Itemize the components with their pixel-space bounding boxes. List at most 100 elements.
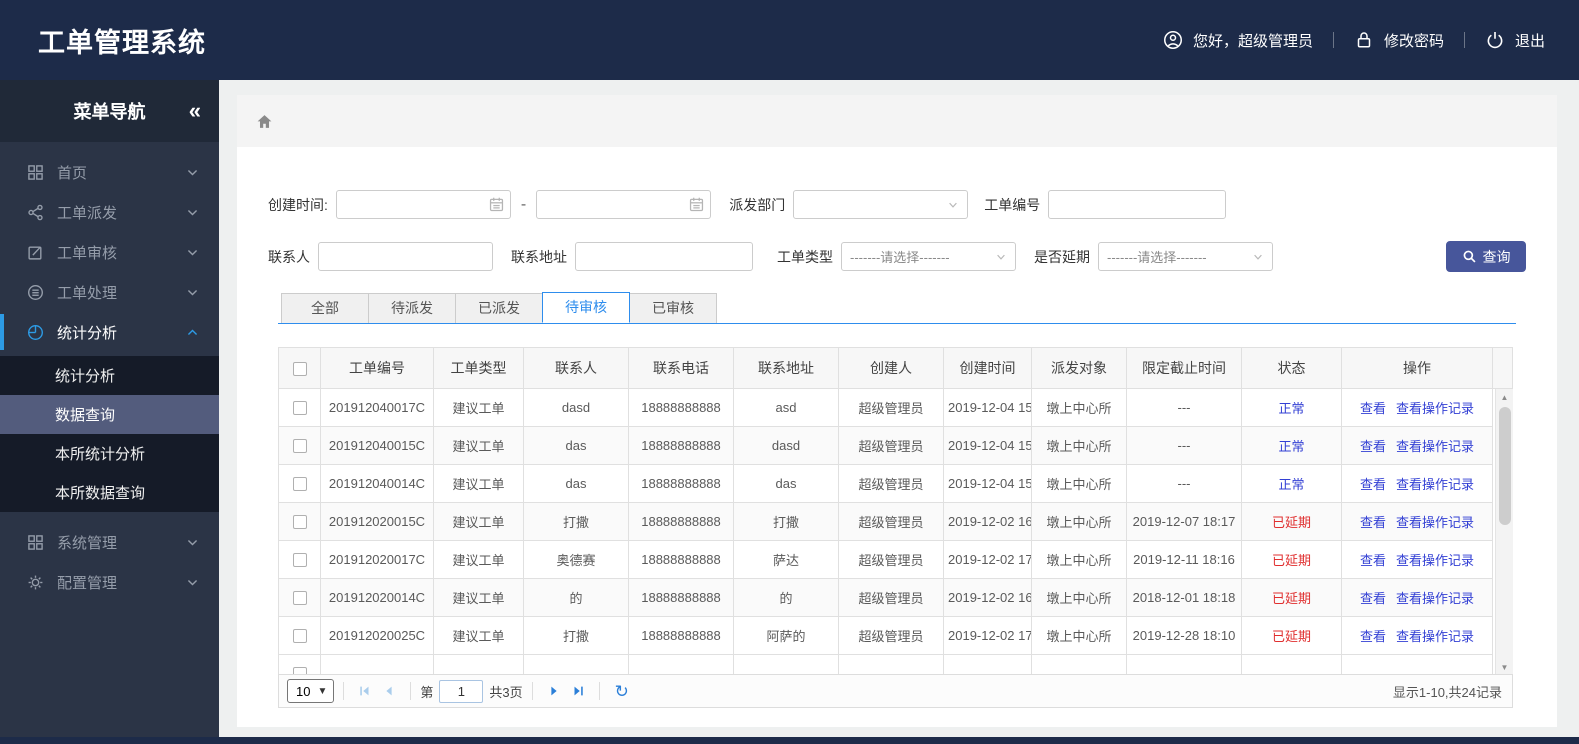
user-greeting[interactable]: 您好，超级管理员 [1163,30,1313,51]
record-summary: 显示1-10,共24记录 [1392,684,1502,700]
cell-dispatch-target: 墩上中心所 [1031,464,1127,503]
tab-已派发[interactable]: 已派发 [455,293,543,323]
grid2-icon [27,534,44,551]
dispatch-dept-select[interactable] [793,190,969,219]
view-log-link[interactable]: 查看操作记录 [1396,401,1474,416]
cell-status: 正常 [1241,426,1342,465]
sidebar-item-系统管理[interactable]: 系统管理 [0,522,219,562]
cell-create-time: 2019-12-04 15 [943,388,1032,427]
refresh-icon[interactable]: ↻ [615,683,629,700]
scroll-down-icon[interactable]: ▼ [1496,659,1514,675]
gear-icon [27,574,44,591]
cell-contact: 奥德赛 [523,540,629,579]
create-time-start-input[interactable] [335,190,511,219]
sidebar-subitem-统计分析[interactable]: 统计分析 [0,356,219,395]
view-link[interactable]: 查看 [1360,553,1386,568]
view-link[interactable]: 查看 [1360,439,1386,454]
row-checkbox-cell [278,426,321,465]
contact-input[interactable] [318,242,493,271]
sidebar-item-label: 首页 [57,164,88,182]
prev-page-button[interactable] [377,679,401,703]
sidebar-item-工单处理[interactable]: 工单处理 [0,272,219,312]
scroll-up-icon[interactable]: ▲ [1496,389,1514,405]
view-link[interactable]: 查看 [1360,515,1386,530]
delay-label: 是否延期 [1034,248,1090,265]
last-page-button[interactable] [566,679,590,703]
cell-empty [628,654,734,675]
create-time-end-input[interactable] [536,190,712,219]
row-checkbox[interactable] [292,591,307,606]
row-checkbox[interactable] [292,553,307,568]
order-no-input[interactable] [1048,190,1227,219]
cell-contact: das [523,464,629,503]
view-log-link[interactable]: 查看操作记录 [1396,439,1474,454]
cell-creator: 超级管理员 [838,502,944,541]
view-link[interactable]: 查看 [1360,401,1386,416]
scrollbar-thumb[interactable] [1498,407,1511,525]
sidebar-item-工单审核[interactable]: 工单审核 [0,232,219,272]
vertical-scrollbar[interactable]: ▲ ▼ [1495,389,1513,675]
column-header-联系人: 联系人 [523,347,629,389]
footer-bar [0,737,1579,744]
view-log-link[interactable]: 查看操作记录 [1396,629,1474,644]
cell-order-type: 建议工单 [433,540,524,579]
calendar-icon[interactable] [688,196,705,213]
column-header-联系电话: 联系电话 [628,347,734,389]
change-password-button[interactable]: 修改密码 [1354,30,1444,51]
first-page-button[interactable] [353,679,377,703]
view-link[interactable]: 查看 [1360,629,1386,644]
cell-address: das [733,464,839,503]
view-log-link[interactable]: 查看操作记录 [1396,553,1474,568]
table-row: 201912020015C 建议工单 打撒 18888888888 打撒 超级管理员 201… [278,502,1493,541]
sidebar-subitem-本所数据查询[interactable]: 本所数据查询 [0,473,219,512]
view-link[interactable]: 查看 [1360,591,1386,606]
sidebar-item-统计分析[interactable]: 统计分析 [0,312,219,352]
row-checkbox[interactable] [292,515,307,530]
chevron-up-icon [186,326,199,339]
delay-select[interactable]: -------请选择------- [1098,242,1273,271]
sidebar-item-首页[interactable]: 首页 [0,152,219,192]
address-input[interactable] [575,242,753,271]
page-prefix-label: 第 [420,684,434,700]
cell-contact: 打撒 [523,502,629,541]
sidebar-collapse-icon[interactable]: « [189,100,201,122]
sidebar-item-工单派发[interactable]: 工单派发 [0,192,219,232]
order-type-value: -------请选择------- [850,250,950,265]
table-row: 201912020025C 建议工单 打撒 18888888888 阿萨的 超级管理员 20… [278,616,1493,655]
sidebar-subitem-数据查询[interactable]: 数据查询 [0,395,219,434]
logout-button[interactable]: 退出 [1485,30,1545,51]
sidebar-item-配置管理[interactable]: 配置管理 [0,562,219,602]
row-checkbox[interactable] [292,629,307,644]
column-header-状态: 状态 [1241,347,1342,389]
cell-deadline: 2018-12-01 18:18 [1126,578,1242,617]
top-right-menu: 您好，超级管理员 修改密码 退出 [1163,30,1545,51]
row-checkbox[interactable] [292,439,307,454]
tab-待审核[interactable]: 待审核 [542,292,630,323]
view-log-link[interactable]: 查看操作记录 [1396,591,1474,606]
view-log-link[interactable]: 查看操作记录 [1396,477,1474,492]
tab-已审核[interactable]: 已审核 [629,293,717,323]
view-log-link[interactable]: 查看操作记录 [1396,515,1474,530]
calendar-icon[interactable] [488,196,505,213]
page-size-select[interactable]: 10 ▼ [287,679,335,703]
sidebar-subitem-本所统计分析[interactable]: 本所统计分析 [0,434,219,473]
row-checkbox[interactable] [292,401,307,416]
column-header-创建时间: 创建时间 [943,347,1032,389]
order-type-select[interactable]: -------请选择------- [841,242,1016,271]
order-no-label: 工单编号 [984,196,1041,213]
order-type-label: 工单类型 [777,248,833,265]
next-page-button[interactable] [542,679,566,703]
sidebar-item-label: 系统管理 [57,534,118,552]
cell-address: 阿萨的 [733,616,839,655]
view-link[interactable]: 查看 [1360,477,1386,492]
current-page-input[interactable] [439,679,484,703]
search-button[interactable]: 查询 [1446,241,1526,272]
cell-actions: 查看 查看操作记录 [1341,388,1493,427]
create-time-label: 创建时间: [268,196,328,213]
tab-待派发[interactable]: 待派发 [368,293,456,323]
select-all-checkbox[interactable] [292,362,307,377]
tab-全部[interactable]: 全部 [281,293,369,323]
chevron-down-icon [186,166,199,179]
row-checkbox[interactable] [292,477,307,492]
home-icon[interactable] [255,112,274,131]
